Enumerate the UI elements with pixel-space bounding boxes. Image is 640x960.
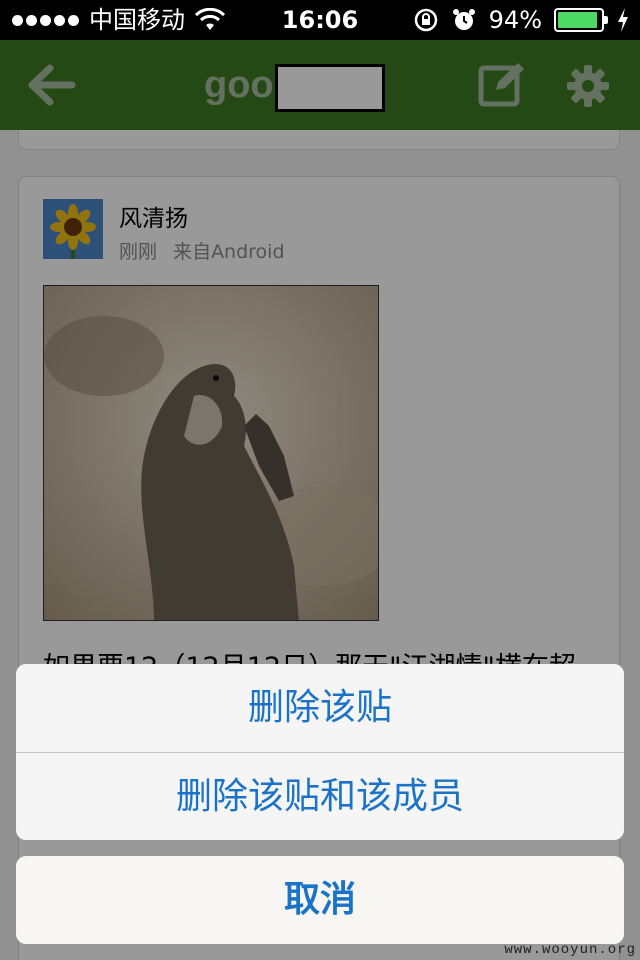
status-right: 94% (413, 0, 630, 40)
cancel-group: 取消 (16, 856, 624, 944)
battery-percent: 94% (488, 6, 542, 34)
cancel-button[interactable]: 取消 (16, 856, 624, 944)
rotation-lock-icon (414, 8, 437, 32)
action-sheet: 删除该贴 删除该贴和该成员 (16, 664, 624, 840)
battery-fill (558, 12, 598, 28)
delete-post-button[interactable]: 删除该贴 (16, 664, 624, 752)
alarm-icon (452, 9, 475, 30)
battery-icon (554, 8, 608, 32)
status-bar: 中国移动 16:06 94% (0, 0, 640, 40)
delete-post-and-member-button[interactable]: 删除该贴和该成员 (16, 753, 624, 840)
charging-icon (618, 8, 628, 32)
watermark: www.wooyun.org (504, 942, 636, 958)
